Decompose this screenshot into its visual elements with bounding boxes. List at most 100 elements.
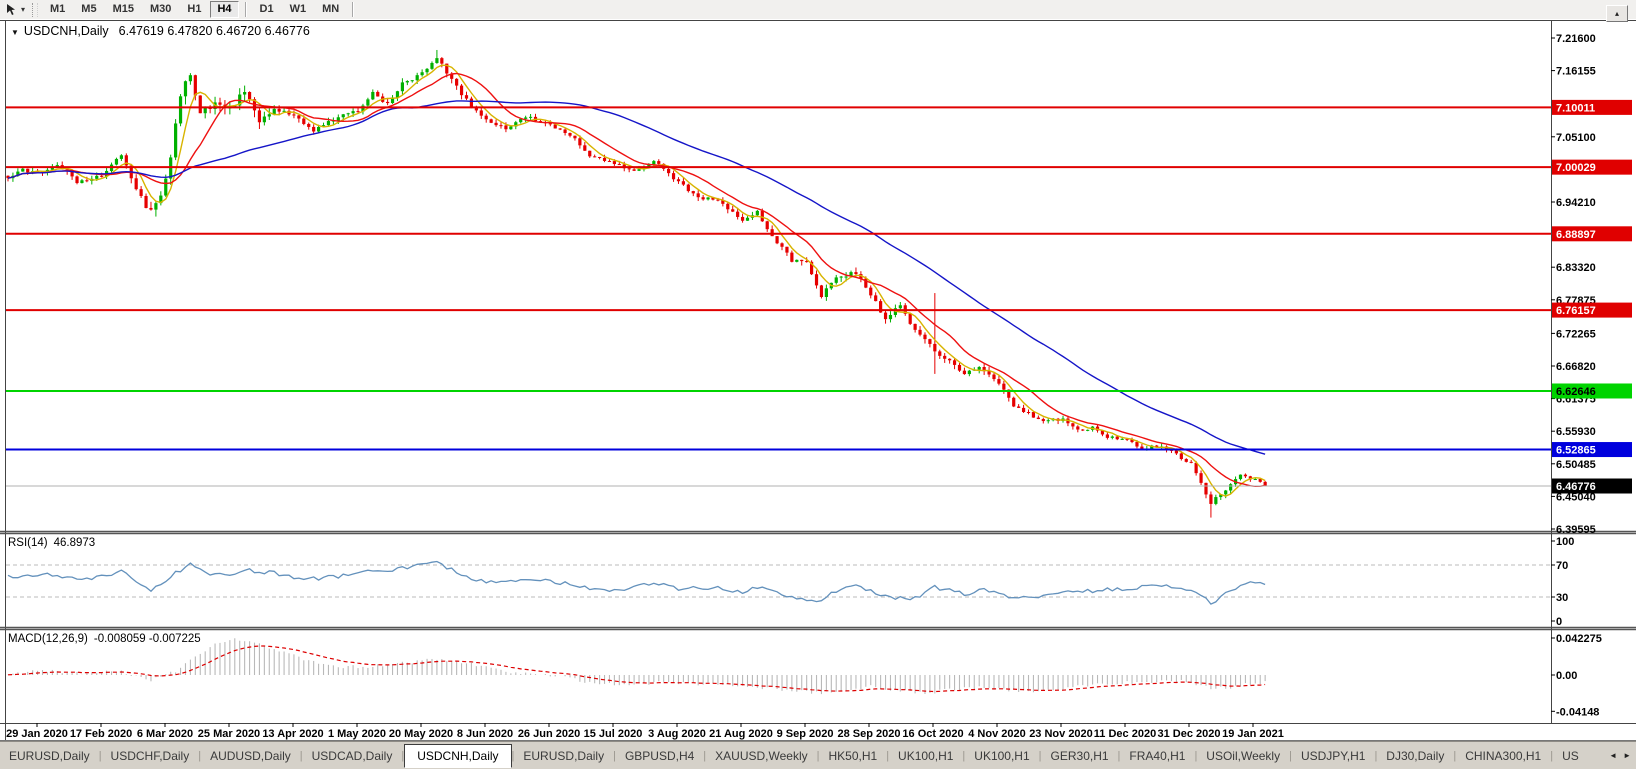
svg-text:29 Jan 2020: 29 Jan 2020: [6, 728, 68, 740]
svg-text:13 Apr 2020: 13 Apr 2020: [262, 728, 323, 740]
svg-text:6.52865: 6.52865: [1556, 445, 1596, 457]
svg-text:15 Jul 2020: 15 Jul 2020: [584, 728, 643, 740]
rsi-value: 46.8973: [54, 537, 96, 549]
svg-text:7.10011: 7.10011: [1556, 102, 1595, 114]
svg-text:20 May 2020: 20 May 2020: [389, 728, 453, 740]
svg-text:4 Nov 2020: 4 Nov 2020: [968, 728, 1025, 740]
macd-indicator-label: MACD(12,26,9) -0.008059 -0.007225: [8, 633, 201, 645]
chart-cursor-tool-icon[interactable]: [4, 3, 20, 17]
svg-text:17 Feb 2020: 17 Feb 2020: [70, 728, 132, 740]
chart-tab-USOil-Weekly[interactable]: USOil,Weekly: [1197, 745, 1289, 767]
svg-text:6.39595: 6.39595: [1556, 524, 1596, 536]
svg-text:16 Oct 2020: 16 Oct 2020: [902, 728, 963, 740]
svg-text:9 Sep 2020: 9 Sep 2020: [777, 728, 834, 740]
toolbar-separator: [245, 2, 247, 17]
horizontal-lines[interactable]: [6, 107, 1551, 486]
tab-scroll-right-icon[interactable]: ►: [1623, 751, 1631, 760]
svg-text:6.94210: 6.94210: [1556, 197, 1596, 209]
macd-histogram: [8, 638, 1265, 694]
svg-text:8 Jun 2020: 8 Jun 2020: [457, 728, 513, 740]
toolbar-grip: [32, 3, 38, 17]
chart-symbol-title: USDCNH,Daily: [24, 24, 109, 38]
svg-text:7.21600: 7.21600: [1556, 33, 1596, 45]
chart-tabs-bar: EURUSD,Daily|USDCHF,Daily|AUDUSD,Daily|U…: [0, 741, 1636, 769]
timeframe-button-M15[interactable]: M15: [106, 1, 141, 18]
svg-text:6.72265: 6.72265: [1556, 328, 1596, 340]
svg-text:6.50485: 6.50485: [1556, 459, 1596, 471]
svg-text:11 Dec 2020: 11 Dec 2020: [1094, 728, 1156, 740]
chart-tab-US[interactable]: US: [1553, 745, 1579, 767]
svg-text:3 Aug 2020: 3 Aug 2020: [648, 728, 706, 740]
svg-text:0.00: 0.00: [1556, 670, 1577, 682]
svg-text:6.62646: 6.62646: [1556, 386, 1596, 398]
timeframe-button-MN[interactable]: MN: [315, 1, 346, 18]
timeframe-button-M1[interactable]: M1: [43, 1, 72, 18]
timeframe-button-D1[interactable]: D1: [253, 1, 281, 18]
rsi-line: [8, 562, 1265, 605]
chart-title-bar[interactable]: ▼ USDCNH,Daily 6.47619 6.47820 6.46720 6.4…: [11, 24, 310, 38]
tab-scroll-buttons: ◄►: [1609, 751, 1636, 760]
panel-borders: [0, 20, 1636, 741]
svg-text:7.16155: 7.16155: [1556, 66, 1596, 78]
svg-text:6.83320: 6.83320: [1556, 262, 1596, 274]
chart-tab-UK100-H1[interactable]: UK100,H1: [889, 745, 962, 767]
timeframe-toolbar: ▾ M1M5M15M30H1H4 D1W1MN: [0, 0, 1636, 20]
chart-tab-HK50-H1[interactable]: HK50,H1: [819, 745, 886, 767]
svg-text:7.05100: 7.05100: [1556, 132, 1596, 144]
timeframe-button-W1[interactable]: W1: [283, 1, 314, 18]
chart-tab-GER30-H1[interactable]: GER30,H1: [1042, 745, 1118, 767]
chart-ohlc-values: 6.47619 6.47820 6.46720 6.46776: [119, 24, 310, 38]
svg-text:0.042275: 0.042275: [1556, 633, 1602, 645]
tool-dropdown-caret-icon[interactable]: ▾: [21, 5, 25, 14]
toolbar-separator: [352, 2, 354, 17]
svg-text:6.55930: 6.55930: [1556, 426, 1596, 438]
svg-text:7.00029: 7.00029: [1556, 162, 1596, 174]
macd-axis: 0.042275 0.00 -0.04148: [1551, 633, 1602, 718]
timeframe-button-H1[interactable]: H1: [180, 1, 208, 18]
chart-tab-USDJPY-H1[interactable]: USDJPY,H1: [1292, 745, 1374, 767]
svg-text:30: 30: [1556, 592, 1568, 604]
chart-tab-USDCHF-Daily[interactable]: USDCHF,Daily: [102, 745, 199, 767]
chart-window: 7.216007.161557.051006.942106.833206.778…: [0, 19, 1636, 741]
chart-tab-EURUSD-Daily[interactable]: EURUSD,Daily: [514, 745, 613, 767]
svg-text:-0.04148: -0.04148: [1556, 706, 1599, 718]
svg-text:19 Jan 2021: 19 Jan 2021: [1222, 728, 1284, 740]
svg-text:6.66820: 6.66820: [1556, 361, 1596, 373]
rsi-indicator-label: RSI(14) 46.8973: [8, 537, 95, 549]
chart-tab-UK100-H1[interactable]: UK100,H1: [965, 745, 1038, 767]
svg-text:31 Dec 2020: 31 Dec 2020: [1158, 728, 1221, 740]
toolbar-collapse-button[interactable]: ▴: [1606, 5, 1628, 22]
price-chart-canvas[interactable]: 7.216007.161557.051006.942106.833206.778…: [0, 19, 1636, 741]
macd-name: MACD(12,26,9): [8, 633, 88, 645]
date-axis: 29 Jan 202017 Feb 2020 6 Mar 2020 25 Mar 2…: [6, 723, 1284, 740]
chart-tab-CHINA300-H1[interactable]: CHINA300,H1: [1456, 745, 1550, 767]
tab-scroll-left-icon[interactable]: ◄: [1609, 751, 1617, 760]
chart-tab-DJ30-Daily[interactable]: DJ30,Daily: [1377, 745, 1453, 767]
chart-tab-USDCNH-Daily[interactable]: USDCNH,Daily: [404, 744, 511, 768]
svg-text:6.88897: 6.88897: [1556, 229, 1596, 241]
candles: [6, 50, 1266, 518]
moving-average-ma-slow: [8, 101, 1265, 454]
chart-tab-FRA40-H1[interactable]: FRA40,H1: [1120, 745, 1194, 767]
chart-tab-XAUUSD-Weekly[interactable]: XAUUSD,Weekly: [706, 745, 816, 767]
rsi-axis: 10070300: [1551, 536, 1574, 628]
svg-text:6 Mar 2020: 6 Mar 2020: [137, 728, 193, 740]
svg-text:28 Sep 2020: 28 Sep 2020: [838, 728, 901, 740]
svg-text:70: 70: [1556, 560, 1568, 572]
timeframe-button-M5[interactable]: M5: [74, 1, 103, 18]
svg-text:6.46776: 6.46776: [1556, 481, 1596, 493]
chart-tab-GBPUSD-H4[interactable]: GBPUSD,H4: [616, 745, 703, 767]
svg-text:21 Aug 2020: 21 Aug 2020: [709, 728, 773, 740]
svg-text:1 May 2020: 1 May 2020: [328, 728, 386, 740]
timeframe-button-M30[interactable]: M30: [143, 1, 178, 18]
svg-text:0: 0: [1556, 616, 1562, 628]
chart-tab-EURUSD-Daily[interactable]: EURUSD,Daily: [0, 745, 99, 767]
timeframe-button-H4[interactable]: H4: [210, 1, 238, 18]
macd-values: -0.008059 -0.007225: [94, 633, 201, 645]
chart-tab-AUDUSD-Daily[interactable]: AUDUSD,Daily: [201, 745, 300, 767]
chart-tab-USDCAD-Daily[interactable]: USDCAD,Daily: [303, 745, 402, 767]
moving-average-ma-fast: [8, 65, 1265, 496]
svg-text:25 Mar 2020: 25 Mar 2020: [198, 728, 260, 740]
chart-menu-arrow-icon[interactable]: ▼: [11, 28, 19, 37]
rsi-name: RSI(14): [8, 537, 48, 549]
